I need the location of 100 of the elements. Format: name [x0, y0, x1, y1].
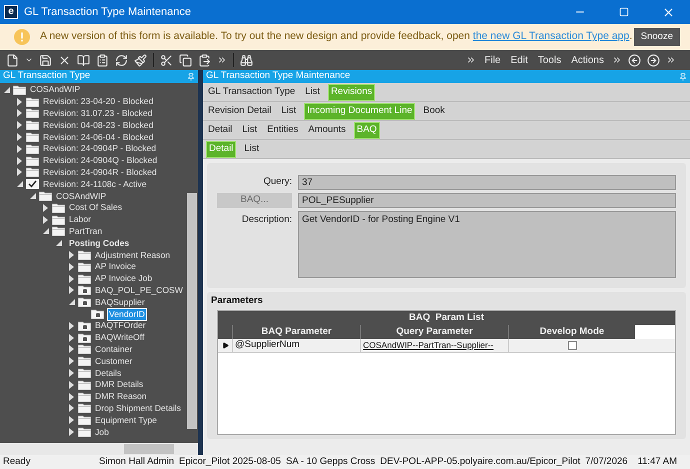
tab[interactable]: List	[242, 140, 262, 158]
new-icon[interactable]	[6, 54, 19, 66]
overflow-icon[interactable]	[217, 55, 227, 65]
tree-item[interactable]: DMR Details	[94, 379, 144, 390]
tree-item[interactable]: Revision: 24-0904P - Blocked	[42, 143, 158, 154]
tree-item[interactable]: COSAndWIP	[55, 190, 108, 202]
tree-item[interactable]: PartTran	[68, 226, 104, 237]
expanded-arrow-icon[interactable]	[17, 181, 23, 188]
collapsed-arrow-icon[interactable]	[17, 133, 22, 142]
tree-item[interactable]: BAQ_POL_PE_COSW	[94, 284, 184, 296]
cut-icon[interactable]	[160, 54, 173, 66]
tree-item[interactable]: Customer	[94, 356, 134, 367]
tree-item[interactable]: Revision: 04-08-23 - Blocked	[42, 120, 154, 131]
tree-item[interactable]: Job	[94, 426, 110, 438]
collapsed-arrow-icon[interactable]	[69, 345, 74, 354]
collapsed-arrow-icon[interactable]	[69, 322, 74, 330]
tree-item[interactable]: DMR Reason	[94, 391, 148, 402]
collapsed-arrow-icon[interactable]	[69, 380, 74, 389]
collapsed-arrow-icon[interactable]	[17, 156, 22, 165]
expanded-arrow-icon[interactable]	[56, 240, 62, 246]
tab[interactable]: List	[240, 122, 260, 138]
column-header[interactable]: Develop Mode	[508, 325, 635, 339]
tree-item[interactable]: AP Invoice Job	[94, 273, 154, 284]
expanded-arrow-icon[interactable]	[30, 193, 36, 200]
tree-item[interactable]: BAQSupplier	[94, 296, 146, 308]
tree-group-label[interactable]: Posting Codes	[68, 238, 130, 249]
overflow-icon[interactable]	[612, 55, 622, 65]
tab[interactable]: Revision Detail	[206, 102, 274, 120]
collapsed-arrow-icon[interactable]	[69, 416, 74, 424]
tab[interactable]: Book	[421, 102, 447, 120]
tree-item[interactable]: Revision: 23-04-20 - Blocked	[42, 96, 154, 108]
tree-item[interactable]: Adjustment Reason	[94, 250, 171, 261]
refresh-icon[interactable]	[115, 54, 128, 66]
tree-item[interactable]: Container	[94, 344, 134, 355]
maximize-icon[interactable]	[619, 7, 629, 17]
collapsed-arrow-icon[interactable]	[43, 204, 48, 212]
collapsed-arrow-icon[interactable]	[69, 392, 74, 401]
snooze-button[interactable]: Snooze	[634, 28, 680, 46]
copy-icon[interactable]	[179, 54, 192, 66]
tab[interactable]: GL Transaction Type	[206, 84, 298, 100]
tree-item[interactable]: COSAndWIP	[29, 84, 82, 96]
scrollbar-thumb[interactable]	[187, 193, 197, 429]
collapsed-arrow-icon[interactable]	[69, 286, 74, 294]
tree-item[interactable]: Details	[94, 368, 122, 379]
collapsed-arrow-icon[interactable]	[17, 109, 22, 118]
pin-icon[interactable]	[679, 72, 687, 80]
tab[interactable]: Entities	[265, 122, 300, 138]
menu-item[interactable]: Actions	[569, 52, 606, 68]
tree-item[interactable]: BAQWriteOff	[94, 332, 146, 344]
query-field[interactable]: 37	[298, 175, 676, 190]
overflow-icon[interactable]	[666, 55, 676, 65]
table-cell[interactable]: COSAndWIP--PartTran--Supplier--	[360, 339, 508, 352]
clipboard-icon[interactable]	[96, 54, 109, 66]
collapsed-arrow-icon[interactable]	[69, 369, 74, 378]
collapsed-arrow-icon[interactable]	[69, 357, 74, 366]
expanded-arrow-icon[interactable]	[69, 299, 75, 306]
expanded-arrow-icon[interactable]	[43, 228, 49, 234]
scrollbar-thumb[interactable]	[124, 444, 174, 454]
menu-item[interactable]: Edit	[508, 52, 530, 68]
binoculars-icon[interactable]	[240, 54, 253, 66]
tree-item[interactable]: Revision: 24-0904R - Blocked	[42, 166, 158, 178]
tab[interactable]: Amounts	[306, 122, 348, 138]
tree-item[interactable]: Revision: 24-06-04 - Blocked	[42, 132, 154, 143]
back-icon[interactable]	[628, 54, 641, 66]
collapsed-arrow-icon[interactable]	[69, 334, 74, 342]
tab[interactable]: List	[279, 102, 298, 120]
tree-item[interactable]: Equipment Type	[94, 414, 158, 426]
collapsed-arrow-icon[interactable]	[69, 428, 74, 436]
horizontal-scrollbar[interactable]	[0, 443, 198, 455]
menu-item[interactable]: File	[482, 52, 503, 68]
menu-item[interactable]: Tools	[536, 52, 564, 68]
checkbox[interactable]	[568, 341, 576, 350]
tree-item[interactable]: AP Invoice	[94, 261, 137, 272]
tree-item[interactable]: Labor	[68, 214, 92, 226]
tree-item[interactable]: BAQTFOrder	[94, 320, 147, 332]
save-icon[interactable]	[39, 54, 52, 66]
forward-icon[interactable]	[647, 54, 660, 66]
paste-icon[interactable]	[198, 54, 211, 66]
tab[interactable]: List	[303, 84, 322, 100]
tree-item[interactable]: Revision: 24-1108c - Active	[42, 178, 148, 190]
close-icon[interactable]	[662, 6, 674, 18]
tree-item[interactable]: Drop Shipment Details	[94, 402, 182, 414]
collapsed-arrow-icon[interactable]	[69, 251, 74, 260]
tree-item[interactable]: Revision: 24-0904Q - Blocked	[42, 155, 158, 166]
collapsed-arrow-icon[interactable]	[69, 262, 74, 271]
book-icon[interactable]	[77, 54, 90, 66]
collapsed-arrow-icon[interactable]	[17, 121, 22, 130]
collapsed-arrow-icon[interactable]	[17, 144, 22, 153]
collapsed-arrow-icon[interactable]	[43, 216, 48, 224]
overflow-icon[interactable]	[466, 55, 476, 65]
brush-icon[interactable]	[134, 54, 147, 66]
dropdown-icon[interactable]	[25, 56, 33, 64]
expanded-arrow-icon[interactable]	[4, 86, 10, 93]
tree-item[interactable]: Revision: 31.07.23 - Blocked	[42, 108, 154, 119]
collapsed-arrow-icon[interactable]	[17, 98, 22, 106]
delete-icon[interactable]	[58, 54, 71, 66]
column-header[interactable]: BAQ Parameter	[232, 325, 360, 339]
tab[interactable]: Detail	[206, 122, 234, 138]
column-header[interactable]: Query Parameter	[360, 325, 508, 339]
collapsed-arrow-icon[interactable]	[17, 168, 22, 176]
